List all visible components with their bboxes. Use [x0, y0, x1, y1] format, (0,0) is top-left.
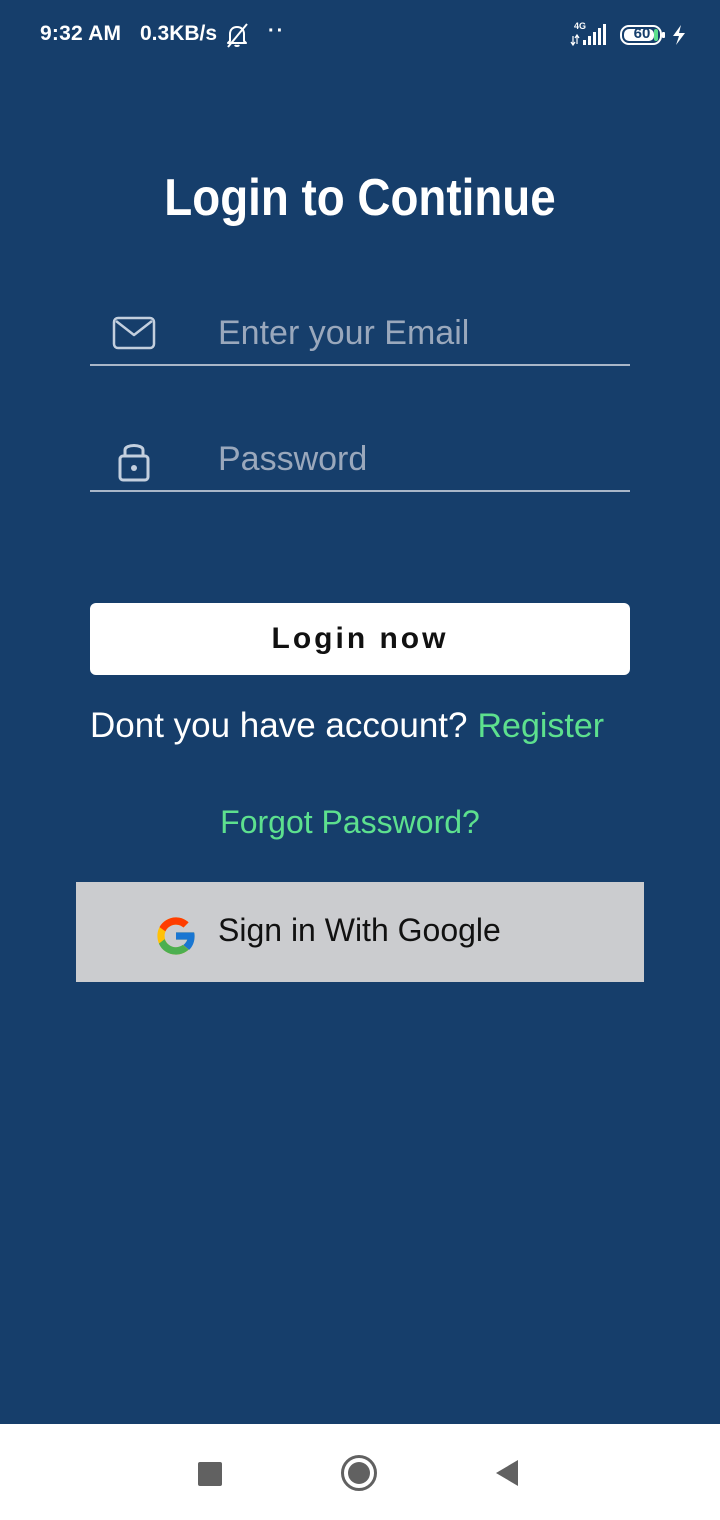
charging-icon	[673, 25, 685, 45]
register-prompt: Dont you have account?	[90, 706, 468, 745]
recents-icon[interactable]	[198, 1462, 222, 1486]
forgot-password-link[interactable]: Forgot Password?	[0, 804, 700, 841]
status-time: 9:32 AM	[40, 22, 122, 45]
lock-icon	[118, 444, 150, 482]
mail-icon	[112, 316, 156, 350]
network-type-label: 4G	[574, 21, 586, 31]
page-title: Login to Continue	[164, 169, 556, 227]
google-signin-label: Sign in With Google	[218, 912, 501, 948]
login-button[interactable]: Login now	[90, 603, 630, 675]
back-icon[interactable]	[494, 1458, 520, 1488]
password-input[interactable]	[218, 432, 618, 486]
register-row: Dont you have account? Register	[90, 706, 650, 746]
email-input[interactable]	[218, 306, 618, 360]
google-signin-button[interactable]: Sign in With Google	[76, 882, 644, 982]
home-icon[interactable]	[340, 1454, 378, 1492]
more-notifications-icon: ··	[268, 20, 286, 42]
status-network-speed: 0.3KB/s	[140, 22, 218, 45]
register-link[interactable]: Register	[477, 707, 604, 745]
battery-level: 60	[633, 25, 651, 42]
system-nav-bar	[0, 1424, 720, 1520]
google-icon	[157, 917, 196, 955]
signal-icon: 4G	[570, 21, 606, 47]
email-field[interactable]	[90, 302, 630, 366]
password-field[interactable]	[90, 428, 630, 492]
bell-off-icon	[227, 23, 248, 48]
status-bar: 9:32 AM 0.3KB/s ·· 4G 60	[0, 0, 720, 70]
